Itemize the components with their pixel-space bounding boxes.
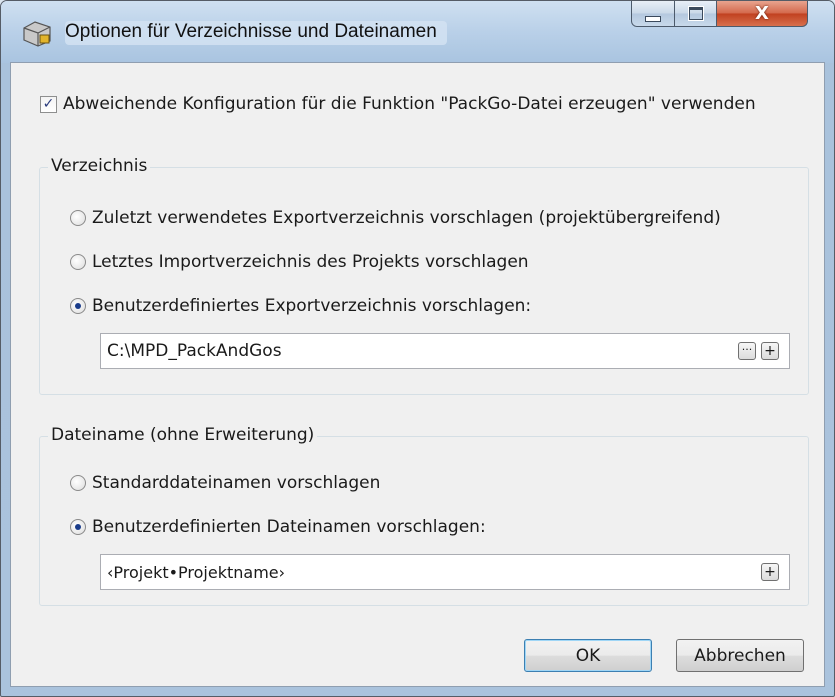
dialog-window: Optionen für Verzeichnisse und Dateiname… — [0, 0, 835, 697]
radio-selected-dot — [75, 524, 81, 530]
dialog-content: ✓ Abweichende Konfiguration für die Funk… — [10, 62, 825, 687]
cancel-button[interactable]: Abbrechen — [676, 639, 804, 672]
plus-icon: + — [764, 343, 776, 359]
export-path-value: C:\MPD_PackAndGos — [107, 341, 282, 361]
filename-group-title: Dateiname (ohne Erweiterung) — [48, 425, 318, 445]
radio-default-filename[interactable]: Standarddateinamen vorschlagen — [70, 473, 380, 493]
filename-value: ‹Projekt•Projektname› — [107, 562, 286, 582]
radio-label: Zuletzt verwendetes Exportverzeichnis vo… — [92, 208, 721, 228]
radio-button[interactable] — [70, 519, 86, 535]
cancel-label: Abbrechen — [694, 645, 786, 666]
directory-group: Verzeichnis Zuletzt verwendetes Exportve… — [39, 156, 809, 395]
directory-group-title: Verzeichnis — [48, 156, 151, 176]
checkmark-icon: ✓ — [42, 96, 55, 112]
radio-label: Standarddateinamen vorschlagen — [92, 473, 381, 493]
minimize-button[interactable] — [631, 1, 675, 27]
title-bar[interactable]: Optionen für Verzeichnisse und Dateiname… — [1, 1, 834, 63]
maximize-icon — [688, 7, 703, 20]
custom-config-label: Abweichende Konfiguration für die Funkti… — [63, 94, 756, 114]
minimize-icon — [645, 15, 661, 22]
ok-label: OK — [575, 645, 601, 666]
custom-config-checkbox-row[interactable]: ✓ Abweichende Konfiguration für die Funk… — [40, 94, 756, 114]
radio-custom-filename[interactable]: Benutzerdefinierten Dateinamen vorschlag… — [70, 517, 486, 537]
radio-label: Benutzerdefiniertes Exportverzeichnis vo… — [92, 296, 532, 316]
ellipsis-icon: ··· — [741, 342, 753, 356]
filename-group: Dateiname (ohne Erweiterung) Standarddat… — [39, 425, 809, 606]
window-title: Optionen für Verzeichnisse und Dateiname… — [65, 21, 447, 45]
custom-config-checkbox[interactable]: ✓ — [40, 95, 57, 113]
app-icon — [23, 21, 51, 47]
radio-last-export-dir[interactable]: Zuletzt verwendetes Exportverzeichnis vo… — [70, 208, 721, 228]
radio-label: Letztes Importverzeichnis des Projekts v… — [92, 252, 529, 272]
add-placeholder-button[interactable]: + — [761, 563, 779, 581]
radio-button[interactable] — [70, 254, 86, 270]
radio-button[interactable] — [70, 475, 86, 491]
export-path-input[interactable]: C:\MPD_PackAndGos — [100, 333, 790, 369]
filename-input[interactable]: ‹Projekt•Projektname› — [100, 554, 790, 590]
maximize-button[interactable] — [674, 1, 717, 27]
radio-selected-dot — [75, 303, 81, 309]
radio-button[interactable] — [70, 210, 86, 226]
ok-button[interactable]: OK — [524, 639, 652, 672]
radio-last-import-dir[interactable]: Letztes Importverzeichnis des Projekts v… — [70, 252, 529, 272]
close-icon: X — [755, 3, 769, 24]
radio-custom-export-dir[interactable]: Benutzerdefiniertes Exportverzeichnis vo… — [70, 296, 531, 316]
plus-icon: + — [764, 564, 776, 580]
add-placeholder-button[interactable]: + — [761, 342, 779, 360]
radio-button[interactable] — [70, 298, 86, 314]
browse-button[interactable]: ··· — [738, 342, 756, 360]
close-button[interactable]: X — [716, 1, 808, 27]
radio-label: Benutzerdefinierten Dateinamen vorschlag… — [92, 517, 486, 537]
